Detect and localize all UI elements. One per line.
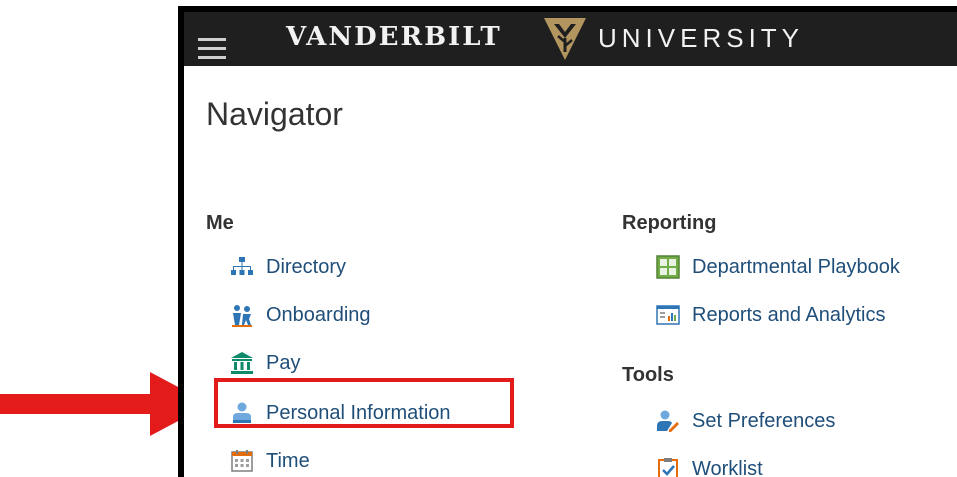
bar-chart-icon: [656, 305, 680, 325]
top-banner: VANDERBILT UNIVERSITY: [184, 12, 957, 66]
nav-item-time[interactable]: Time: [230, 444, 310, 477]
logo-wordmark-left: VANDERBILT: [286, 22, 502, 52]
nav-item-departmental-playbook[interactable]: Departmental Playbook: [656, 250, 900, 284]
logo-wordmark-right: UNIVERSITY: [598, 23, 805, 53]
calendar-icon: [231, 450, 253, 472]
nav-item-worklist[interactable]: Worklist: [656, 452, 763, 477]
highlight-box-annotation: [214, 378, 514, 428]
nav-item-pay[interactable]: Pay: [230, 346, 300, 380]
hamburger-menu-icon[interactable]: [198, 38, 226, 60]
user-edit-icon: [657, 410, 679, 432]
nav-item-directory[interactable]: Directory: [230, 250, 346, 284]
vanderbilt-oak-leaf-logo-icon: [544, 18, 586, 60]
nav-item-label: Onboarding: [266, 303, 371, 326]
nav-item-label: Departmental Playbook: [692, 255, 900, 278]
onboarding-icon: [232, 305, 252, 327]
section-heading-reporting: Reporting: [622, 212, 717, 234]
page-title: Navigator: [206, 96, 343, 132]
section-heading-tools: Tools: [622, 364, 674, 386]
org-chart-icon: [231, 257, 253, 275]
nav-item-label: Time: [266, 449, 310, 472]
nav-item-set-preferences[interactable]: Set Preferences: [656, 404, 835, 438]
nav-item-label: Directory: [266, 255, 347, 278]
nav-item-label: Worklist: [692, 457, 763, 477]
nav-item-reports-and-analytics[interactable]: Reports and Analytics: [656, 298, 885, 332]
nav-item-label: Set Preferences: [692, 409, 836, 432]
screenshot-stage: VANDERBILT UNIVERSITY Navigator Me Direc…: [0, 0, 957, 477]
nav-item-label: Pay: [266, 351, 301, 374]
bank-icon: [231, 352, 253, 374]
spreadsheet-icon: [656, 255, 680, 279]
nav-item-label: Reports and Analytics: [692, 303, 886, 326]
section-heading-me: Me: [206, 212, 234, 234]
nav-item-onboarding[interactable]: Onboarding: [230, 298, 371, 332]
clipboard-check-icon: [658, 458, 678, 477]
